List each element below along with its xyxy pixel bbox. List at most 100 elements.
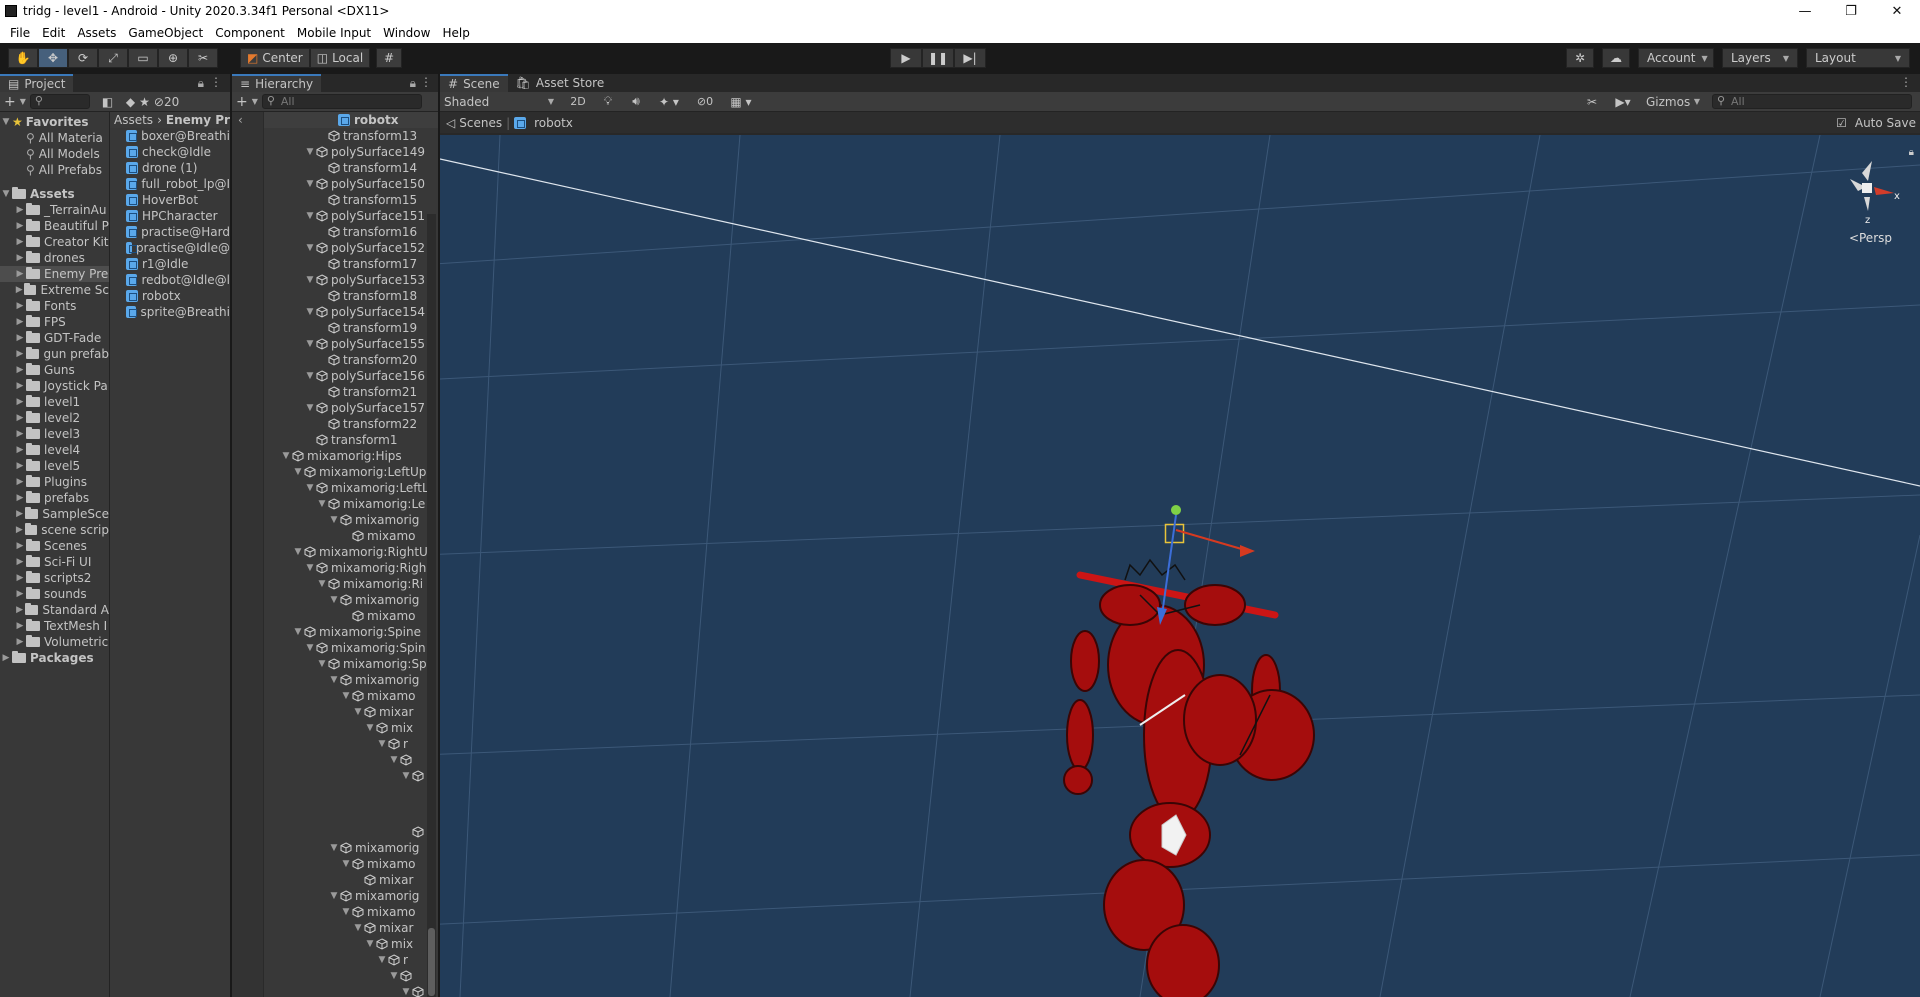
rotate-tool-icon[interactable]: ⟳ [68, 48, 98, 68]
folder-item[interactable]: ▶ sounds [0, 586, 109, 602]
file-item[interactable]: sprite@Breathi [126, 304, 230, 320]
pivot-center-button[interactable]: ◩ Center [240, 48, 310, 68]
hierarchy-item[interactable]: ▼ mixamorig:RightUp [264, 544, 438, 560]
hierarchy-item[interactable]: ▼ polySurface153 [264, 272, 438, 288]
file-item[interactable]: drone (1) [126, 160, 230, 176]
expand-arrow-icon[interactable]: ▼ [316, 579, 328, 589]
folder-item[interactable]: ▶ level3 [0, 426, 109, 442]
hierarchy-item[interactable]: ▼ mixamorig:LeftL [264, 480, 438, 496]
panel-menu-icon[interactable]: ⋮ [420, 75, 432, 89]
expand-arrow-icon[interactable]: ▼ [304, 403, 316, 413]
hierarchy-item[interactable]: ▼ polySurface151 [264, 208, 438, 224]
expand-arrow-icon[interactable]: ▼ [352, 923, 364, 933]
favorites-header[interactable]: ▼ ★ Favorites [0, 114, 109, 130]
hierarchy-item[interactable]: ▼ mixamorig:Sp [264, 656, 438, 672]
expand-arrow-icon[interactable]: ▼ [340, 859, 352, 869]
hierarchy-item[interactable]: ▼ [264, 768, 438, 784]
file-item[interactable]: robotx [126, 288, 230, 304]
expand-arrow-icon[interactable]: ▼ [328, 891, 340, 901]
expand-arrow-icon[interactable]: ▶ [14, 237, 26, 247]
hidden-objects-toggle[interactable]: ⊘0 [690, 95, 720, 108]
expand-arrow-icon[interactable]: ▼ [328, 595, 340, 605]
expand-arrow-icon[interactable]: ▼ [292, 547, 304, 557]
restore-button[interactable]: ❐ [1828, 0, 1874, 22]
breadcrumb-assets[interactable]: Assets [114, 113, 153, 127]
hierarchy-item[interactable]: ▼ mixamo [264, 688, 438, 704]
lock-icon[interactable]: 🔒︎ [410, 76, 416, 91]
scale-tool-icon[interactable]: ⤢ [98, 48, 128, 68]
expand-arrow-icon[interactable]: ▼ [316, 659, 328, 669]
expand-arrow-icon[interactable]: ▶ [14, 493, 26, 503]
audio-icon[interactable]: 🔊︎ [624, 94, 648, 109]
hierarchy-item[interactable]: ▼ [264, 968, 438, 984]
hierarchy-item[interactable]: ▼ mixamorig [264, 888, 438, 904]
hierarchy-item[interactable]: mixamo [264, 528, 438, 544]
folder-item[interactable]: ▶ _TerrainAu [0, 202, 109, 218]
hierarchy-item[interactable]: transform1 [264, 432, 438, 448]
hierarchy-item[interactable]: ▼ mixamorig:Hips [264, 448, 438, 464]
back-arrow-icon[interactable]: ‹ [232, 112, 263, 127]
expand-arrow-icon[interactable]: ▼ [340, 907, 352, 917]
collab-icon[interactable]: ✲ [1566, 48, 1594, 68]
file-item[interactable]: HPCharacter [126, 208, 230, 224]
menu-gameobject[interactable]: GameObject [122, 26, 209, 40]
expand-arrow-icon[interactable]: ▶ [14, 573, 26, 583]
folder-item[interactable]: ▶ level4 [0, 442, 109, 458]
chevron-down-icon[interactable]: ▼ [252, 97, 258, 106]
expand-arrow-icon[interactable]: ▶ [0, 653, 12, 663]
expand-arrow-icon[interactable]: ▼ [364, 939, 376, 949]
scenes-back-icon[interactable]: ◁ [446, 116, 455, 130]
expand-arrow-icon[interactable]: ▶ [14, 269, 26, 279]
hierarchy-item[interactable]: ▼ [264, 984, 438, 997]
hierarchy-scrollbar[interactable] [427, 214, 436, 997]
folder-item[interactable]: ▶ Beautiful P [0, 218, 109, 234]
hierarchy-item[interactable]: ▼ mixamo [264, 904, 438, 920]
expand-arrow-icon[interactable]: ▼ [352, 707, 364, 717]
expand-arrow-icon[interactable]: ▼ [304, 243, 316, 253]
expand-arrow-icon[interactable]: ▼ [388, 971, 400, 981]
hierarchy-item[interactable]: transform16 [264, 224, 438, 240]
panel-menu-icon[interactable]: ⋮ [1900, 75, 1912, 89]
expand-arrow-icon[interactable]: ▶ [14, 445, 26, 455]
expand-arrow-icon[interactable]: ▼ [304, 307, 316, 317]
expand-arrow-icon[interactable]: ▼ [304, 643, 316, 653]
tools-icon[interactable]: ✂ [1580, 95, 1604, 109]
folder-item[interactable]: ▶ Volumetric [0, 634, 109, 650]
hierarchy-item[interactable] [264, 824, 438, 840]
file-item[interactable]: HoverBot [126, 192, 230, 208]
expand-arrow-icon[interactable]: ▶ [14, 301, 26, 311]
folder-item[interactable]: ▶ Fonts [0, 298, 109, 314]
expand-arrow-icon[interactable]: ▶ [14, 461, 26, 471]
expand-arrow-icon[interactable]: ▼ [304, 563, 316, 573]
expand-arrow-icon[interactable]: ▶ [14, 349, 26, 359]
expand-arrow-icon[interactable]: ▼ [280, 451, 292, 461]
hierarchy-item[interactable]: ▼ mixamorig:Righ [264, 560, 438, 576]
hierarchy-item[interactable]: ▼ r [264, 736, 438, 752]
hierarchy-item[interactable]: ▼ mixamorig [264, 672, 438, 688]
hierarchy-item[interactable]: ▼ polySurface155 [264, 336, 438, 352]
layers-dropdown[interactable]: Layers ▼ [1722, 48, 1798, 68]
expand-arrow-icon[interactable]: ▶ [14, 429, 26, 439]
close-button[interactable]: ✕ [1874, 0, 1920, 22]
menu-file[interactable]: File [4, 26, 36, 40]
folder-item[interactable]: ▶ gun prefab [0, 346, 109, 362]
cloud-icon[interactable]: ☁ [1602, 48, 1630, 68]
expand-arrow-icon[interactable]: ▶ [14, 509, 25, 519]
hierarchy-item[interactable]: transform19 [264, 320, 438, 336]
folder-item[interactable]: ▶ scene scrip [0, 522, 109, 538]
robot-model[interactable] [1063, 505, 1315, 997]
prefab-root[interactable]: robotx [264, 112, 438, 128]
expand-arrow-icon[interactable]: ▼ [292, 467, 304, 477]
hierarchy-item[interactable]: ▼ r [264, 952, 438, 968]
grid-snap-icon[interactable]: # [376, 48, 402, 68]
folder-item[interactable]: ▶ level2 [0, 410, 109, 426]
expand-arrow-icon[interactable]: ▼ [292, 627, 304, 637]
custom-tool-icon[interactable]: ✂ [188, 48, 218, 68]
hierarchy-item[interactable]: transform17 [264, 256, 438, 272]
hierarchy-item[interactable]: ▼ polySurface154 [264, 304, 438, 320]
menu-window[interactable]: Window [377, 26, 436, 40]
hand-tool-icon[interactable]: ✋ [8, 48, 38, 68]
projection-toggle[interactable]: <Persp [1849, 231, 1892, 245]
expand-arrow-icon[interactable]: ▶ [14, 221, 26, 231]
expand-arrow-icon[interactable]: ▼ [376, 739, 388, 749]
